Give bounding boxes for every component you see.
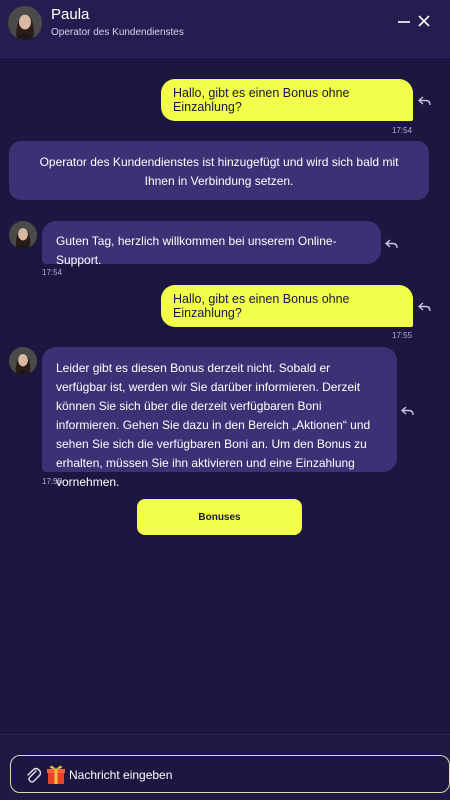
message-time: 17:54 [42, 268, 63, 277]
message-time: 17:55 [392, 331, 413, 340]
agent-avatar [9, 347, 37, 375]
incoming-message: Leider gibt es diesen Bonus derzeit nich… [42, 347, 397, 489]
message-text: Hallo, gibt es einen Bonus ohne Einzahlu… [173, 292, 350, 320]
chat-header: Paula Operator des Kundendienstes [0, 0, 450, 58]
reply-icon[interactable] [417, 300, 432, 312]
agent-avatar [9, 221, 37, 249]
composer-bar [0, 734, 450, 800]
minimize-icon[interactable] [395, 12, 413, 30]
message-text: Guten Tag, herzlich willkommen bei unser… [56, 234, 337, 267]
outgoing-message: Hallo, gibt es einen Bonus ohne Einzahlu… [161, 285, 413, 327]
gift-icon[interactable] [45, 763, 67, 785]
close-icon[interactable] [415, 12, 433, 30]
agent-role: Operator des Kundendienstes [51, 27, 184, 38]
reply-icon[interactable] [417, 94, 432, 106]
message-time: 17:55 [42, 477, 63, 486]
reply-icon[interactable] [384, 237, 399, 249]
agent-avatar [8, 6, 42, 40]
outgoing-message: Hallo, gibt es einen Bonus ohne Einzahlu… [161, 79, 413, 121]
composer [10, 755, 450, 793]
incoming-message: Guten Tag, herzlich willkommen bei unser… [42, 221, 381, 267]
bonuses-button[interactable]: Bonuses [137, 499, 302, 535]
message-input[interactable] [69, 764, 429, 786]
message-text: Hallo, gibt es einen Bonus ohne Einzahlu… [173, 86, 350, 114]
paperclip-icon[interactable] [25, 766, 42, 784]
system-message: Operator des Kundendienstes ist hinzugef… [9, 141, 429, 200]
message-text: Leider gibt es diesen Bonus derzeit nich… [56, 361, 371, 489]
message-time: 17:54 [392, 126, 413, 135]
reply-icon[interactable] [400, 404, 415, 416]
agent-name: Paula [51, 6, 90, 23]
system-message-text: Operator des Kundendienstes ist hinzugef… [39, 155, 399, 188]
